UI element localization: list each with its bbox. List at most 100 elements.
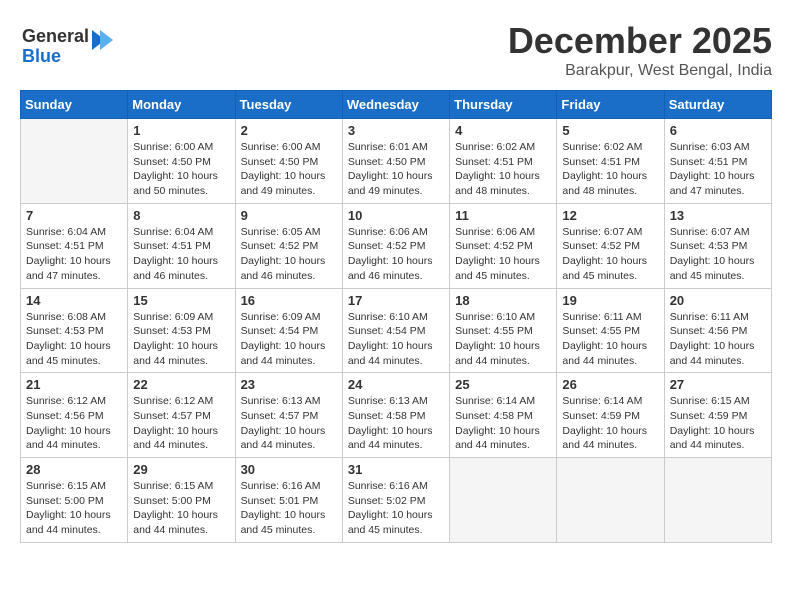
weekday-header-row: SundayMondayTuesdayWednesdayThursdayFrid…: [21, 91, 772, 119]
day-info: Sunrise: 6:12 AMSunset: 4:56 PMDaylight:…: [26, 394, 122, 453]
calendar-cell: 10 Sunrise: 6:06 AMSunset: 4:52 PMDayligh…: [342, 203, 449, 288]
day-info: Sunrise: 6:08 AMSunset: 4:53 PMDaylight:…: [26, 310, 122, 369]
day-info: Sunrise: 6:11 AMSunset: 4:55 PMDaylight:…: [562, 310, 658, 369]
day-info: Sunrise: 6:06 AMSunset: 4:52 PMDaylight:…: [455, 225, 551, 284]
calendar-cell: 20 Sunrise: 6:11 AMSunset: 4:56 PMDayligh…: [664, 288, 771, 373]
day-number: 30: [241, 462, 337, 477]
calendar-cell: [21, 119, 128, 204]
weekday-header-saturday: Saturday: [664, 91, 771, 119]
calendar-title: December 2025: [508, 20, 772, 62]
calendar-cell: 5Sunrise: 6:02 AMSunset: 4:51 PMDaylight…: [557, 119, 664, 204]
calendar-table: SundayMondayTuesdayWednesdayThursdayFrid…: [20, 90, 772, 543]
day-number: 9: [241, 208, 337, 223]
day-number: 8: [133, 208, 229, 223]
day-info: Sunrise: 6:15 AMSunset: 4:59 PMDaylight:…: [670, 394, 766, 453]
week-row-2: 7 Sunrise: 6:04 AMSunset: 4:51 PMDaylight…: [21, 203, 772, 288]
day-number: 11: [455, 208, 551, 223]
day-number: 25: [455, 377, 551, 392]
day-number: 23: [241, 377, 337, 392]
day-number: 10: [348, 208, 444, 223]
calendar-cell: 2 Sunrise: 6:00 AMSunset: 4:50 PMDaylight…: [235, 119, 342, 204]
day-info: Sunrise: 6:06 AMSunset: 4:52 PMDaylight:…: [348, 225, 444, 284]
day-number: 18: [455, 293, 551, 308]
day-info: Sunrise: 6:15 AMSunset: 5:00 PMDaylight:…: [133, 479, 229, 538]
week-row-3: 14Sunrise: 6:08 AMSunset: 4:53 PMDayligh…: [21, 288, 772, 373]
calendar-cell: 1Sunrise: 6:00 AMSunset: 4:50 PMDaylight…: [128, 119, 235, 204]
day-number: 13: [670, 208, 766, 223]
day-info: Sunrise: 6:13 AMSunset: 4:57 PMDaylight:…: [241, 394, 337, 453]
day-info: Sunrise: 6:02 AMSunset: 4:51 PMDaylight:…: [455, 140, 551, 199]
calendar-cell: 15Sunrise: 6:09 AMSunset: 4:53 PMDayligh…: [128, 288, 235, 373]
day-info: Sunrise: 6:04 AMSunset: 4:51 PMDaylight:…: [133, 225, 229, 284]
day-number: 21: [26, 377, 122, 392]
calendar-cell: 21 Sunrise: 6:12 AMSunset: 4:56 PMDayligh…: [21, 373, 128, 458]
day-number: 29: [133, 462, 229, 477]
calendar-cell: 22 Sunrise: 6:12 AMSunset: 4:57 PMDayligh…: [128, 373, 235, 458]
weekday-header-monday: Monday: [128, 91, 235, 119]
day-info: Sunrise: 6:15 AMSunset: 5:00 PMDaylight:…: [26, 479, 122, 538]
svg-text:Blue: Blue: [22, 46, 61, 66]
day-info: Sunrise: 6:05 AMSunset: 4:52 PMDaylight:…: [241, 225, 337, 284]
calendar-body: 1 Sunrise: 6:00 AMSunset: 4:50 PMDaylight…: [21, 119, 772, 543]
calendar-cell: 27 Sunrise: 6:15 AMSunset: 4:59 PMDayligh…: [664, 373, 771, 458]
day-info: Sunrise: 6:04 AMSunset: 4:51 PMDaylight:…: [26, 225, 122, 284]
day-info: Sunrise: 6:03 AMSunset: 4:51 PMDaylight:…: [670, 140, 766, 199]
day-info: Sunrise: 6:14 AMSunset: 4:58 PMDaylight:…: [455, 394, 551, 453]
day-info: Sunrise: 6:00 AMSunset: 4:50 PMDaylight:…: [241, 140, 337, 199]
calendar-cell: 30 Sunrise: 6:16 AMSunset: 5:01 PMDayligh…: [235, 458, 342, 543]
day-info: Sunrise: 6:12 AMSunset: 4:57 PMDaylight:…: [133, 394, 229, 453]
calendar-subtitle: Barakpur, West Bengal, India: [508, 62, 772, 80]
weekday-header-sunday: Sunday: [21, 91, 128, 119]
day-number: 24: [348, 377, 444, 392]
calendar-cell: 9 Sunrise: 6:05 AMSunset: 4:52 PMDaylight…: [235, 203, 342, 288]
calendar-cell: 18 Sunrise: 6:10 AMSunset: 4:55 PMDayligh…: [450, 288, 557, 373]
weekday-header-thursday: Thursday: [450, 91, 557, 119]
header: General Blue December 2025 Barakpur, Wes…: [20, 20, 772, 80]
calendar-cell: 7 Sunrise: 6:04 AMSunset: 4:51 PMDaylight…: [21, 203, 128, 288]
day-number: 17: [348, 293, 444, 308]
calendar-cell: 6Sunrise: 6:03 AMSunset: 4:51 PMDaylight…: [664, 119, 771, 204]
week-row-5: 28 Sunrise: 6:15 AMSunset: 5:00 PMDayligh…: [21, 458, 772, 543]
day-number: 27: [670, 377, 766, 392]
calendar-cell: 28 Sunrise: 6:15 AMSunset: 5:00 PMDayligh…: [21, 458, 128, 543]
week-row-4: 21 Sunrise: 6:12 AMSunset: 4:56 PMDayligh…: [21, 373, 772, 458]
title-area: December 2025 Barakpur, West Bengal, Ind…: [508, 20, 772, 80]
day-number: 19: [562, 293, 658, 308]
day-info: Sunrise: 6:07 AMSunset: 4:53 PMDaylight:…: [670, 225, 766, 284]
calendar-cell: 8 Sunrise: 6:04 AMSunset: 4:51 PMDaylight…: [128, 203, 235, 288]
day-number: 7: [26, 208, 122, 223]
day-number: 20: [670, 293, 766, 308]
weekday-header-tuesday: Tuesday: [235, 91, 342, 119]
day-number: 31: [348, 462, 444, 477]
calendar-cell: 3Sunrise: 6:01 AMSunset: 4:50 PMDaylight…: [342, 119, 449, 204]
day-number: 4: [455, 123, 551, 138]
day-number: 28: [26, 462, 122, 477]
logo-area: General Blue: [20, 20, 120, 75]
calendar-cell: 24Sunrise: 6:13 AMSunset: 4:58 PMDayligh…: [342, 373, 449, 458]
calendar-cell: 4 Sunrise: 6:02 AMSunset: 4:51 PMDaylight…: [450, 119, 557, 204]
week-row-1: 1 Sunrise: 6:00 AMSunset: 4:50 PMDaylight…: [21, 119, 772, 204]
calendar-cell: [557, 458, 664, 543]
calendar-cell: 23 Sunrise: 6:13 AMSunset: 4:57 PMDayligh…: [235, 373, 342, 458]
day-number: 12: [562, 208, 658, 223]
day-info: Sunrise: 6:07 AMSunset: 4:52 PMDaylight:…: [562, 225, 658, 284]
day-info: Sunrise: 6:11 AMSunset: 4:56 PMDaylight:…: [670, 310, 766, 369]
day-number: 16: [241, 293, 337, 308]
day-info: Sunrise: 6:10 AMSunset: 4:55 PMDaylight:…: [455, 310, 551, 369]
day-info: Sunrise: 6:01 AMSunset: 4:50 PMDaylight:…: [348, 140, 444, 199]
calendar-cell: 26Sunrise: 6:14 AMSunset: 4:59 PMDayligh…: [557, 373, 664, 458]
calendar-cell: 29 Sunrise: 6:15 AMSunset: 5:00 PMDayligh…: [128, 458, 235, 543]
day-number: 1: [133, 123, 229, 138]
weekday-header-friday: Friday: [557, 91, 664, 119]
day-number: 2: [241, 123, 337, 138]
svg-text:General: General: [22, 26, 89, 46]
day-info: Sunrise: 6:02 AMSunset: 4:51 PMDaylight:…: [562, 140, 658, 199]
calendar-cell: 12 Sunrise: 6:07 AMSunset: 4:52 PMDayligh…: [557, 203, 664, 288]
day-info: Sunrise: 6:16 AMSunset: 5:01 PMDaylight:…: [241, 479, 337, 538]
day-number: 22: [133, 377, 229, 392]
day-number: 26: [562, 377, 658, 392]
calendar-cell: [664, 458, 771, 543]
weekday-header-wednesday: Wednesday: [342, 91, 449, 119]
calendar-cell: 19 Sunrise: 6:11 AMSunset: 4:55 PMDayligh…: [557, 288, 664, 373]
calendar-cell: 31Sunrise: 6:16 AMSunset: 5:02 PMDayligh…: [342, 458, 449, 543]
